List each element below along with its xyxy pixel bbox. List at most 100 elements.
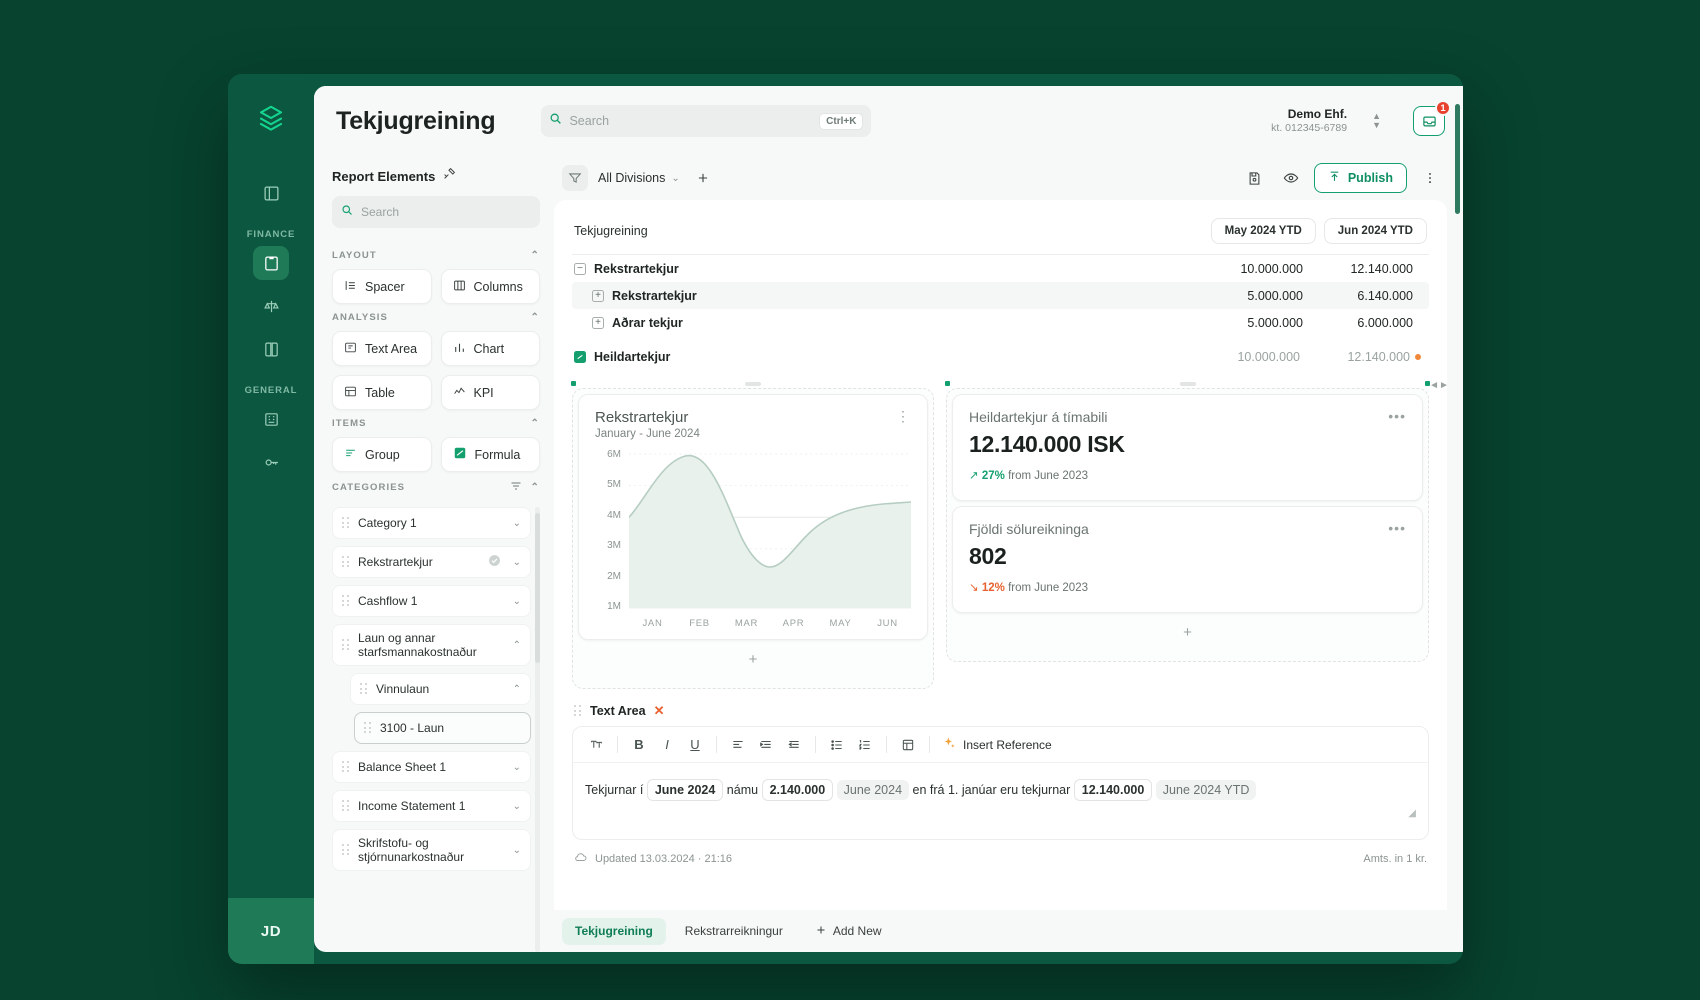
category-row[interactable]: Rekstrartekjur ⌄ — [332, 546, 531, 578]
drag-handle-icon[interactable] — [574, 705, 582, 717]
search-input[interactable] — [569, 114, 813, 128]
reference-period-chip[interactable]: June 2024 — [836, 780, 910, 800]
chevron-down-icon[interactable]: ⌄ — [513, 801, 521, 812]
element-tile-group[interactable]: Group — [332, 437, 432, 472]
period-button-current[interactable]: Jun 2024 YTD — [1323, 218, 1427, 244]
drag-handle-icon[interactable] — [745, 382, 761, 386]
element-tile-spacer[interactable]: Spacer — [332, 269, 432, 304]
sidebar-item-company[interactable] — [253, 402, 289, 436]
reference-chip[interactable]: June 2024 — [646, 779, 724, 801]
category-row[interactable]: Category 1 ⌄ — [332, 507, 531, 539]
expand-toggle-icon[interactable]: + — [592, 316, 604, 329]
chevron-down-icon[interactable]: ⌄ — [513, 845, 521, 856]
chevron-up-icon[interactable]: ⌃ — [531, 250, 540, 261]
elements-search-input[interactable] — [361, 205, 531, 219]
save-icon[interactable] — [1242, 165, 1268, 191]
element-tile-chart[interactable]: Chart — [440, 331, 540, 366]
resize-handle-icon[interactable] — [945, 381, 950, 386]
app-scrollbar[interactable] — [1455, 104, 1460, 214]
chevron-down-icon[interactable]: ⌄ — [513, 596, 521, 607]
insert-table-icon[interactable] — [895, 732, 921, 758]
category-row[interactable]: Income Statement 1 ⌄ — [332, 790, 531, 822]
element-tile-text-area[interactable]: Text Area — [332, 331, 432, 366]
chevron-down-icon[interactable]: ⌄ — [513, 762, 521, 773]
elements-search[interactable] — [332, 196, 540, 228]
categories-scrollbar-thumb[interactable] — [535, 513, 540, 663]
filter-icon[interactable] — [562, 165, 588, 191]
element-tile-columns[interactable]: Columns — [440, 269, 540, 304]
sidebar-item-balance[interactable] — [253, 289, 289, 323]
reference-period-chip[interactable]: June 2024 YTD — [1155, 780, 1257, 800]
add-widget-below-kpis[interactable]: + — [947, 618, 1428, 641]
collapse-toggle-icon[interactable]: − — [574, 262, 586, 275]
chevron-up-icon[interactable]: ⌃ — [513, 640, 521, 651]
resize-handle-icon[interactable] — [571, 381, 576, 386]
publish-button[interactable]: Publish — [1313, 163, 1407, 193]
resize-handle-icon[interactable]: ◢ — [1408, 803, 1416, 824]
more-vertical-icon[interactable] — [1417, 165, 1443, 191]
chevron-up-icon[interactable]: ⌃ — [531, 312, 540, 323]
section-header-items[interactable]: ITEMS ⌃ — [332, 418, 540, 429]
ellipsis-icon[interactable]: ••• — [1388, 521, 1406, 535]
chevron-updown-icon[interactable]: ▲ ▼ — [1372, 111, 1381, 131]
drag-handle-icon[interactable] — [342, 639, 350, 651]
add-division-button[interactable] — [690, 165, 716, 191]
italic-icon[interactable]: I — [654, 732, 680, 758]
user-avatar[interactable]: JD — [228, 898, 314, 964]
category-row[interactable]: Balance Sheet 1 ⌄ — [332, 751, 531, 783]
chevron-up-icon[interactable]: ⌃ — [513, 684, 521, 695]
table-row-total[interactable]: Heildartekjur 10.000.000 12.140.000 — [572, 343, 1429, 370]
table-row[interactable]: − Rekstrartekjur 10.000.000 12.140.000 — [572, 255, 1429, 282]
add-widget-below-chart[interactable]: + — [573, 645, 933, 668]
sidebar-item-dashboard[interactable] — [253, 176, 289, 210]
underline-icon[interactable]: U — [682, 732, 708, 758]
drag-handle-icon[interactable] — [360, 683, 368, 695]
category-row[interactable]: Vinnulaun ⌃ — [350, 673, 531, 705]
chevron-up-icon[interactable]: ⌃ — [531, 482, 540, 493]
font-size-icon[interactable] — [583, 732, 609, 758]
category-row[interactable]: Cashflow 1 ⌄ — [332, 585, 531, 617]
indent-increase-icon[interactable] — [753, 732, 779, 758]
category-row-account[interactable]: 3100 - Laun — [354, 712, 531, 744]
chevron-up-icon[interactable]: ⌃ — [531, 418, 540, 429]
table-row[interactable]: + Aðrar tekjur 5.000.000 6.000.000 — [572, 309, 1429, 336]
period-button-prev[interactable]: May 2024 YTD — [1210, 218, 1316, 244]
drag-handle-icon[interactable] — [342, 761, 350, 773]
category-row[interactable]: Skrifstofu- og stjórnunarkostnaður ⌄ — [332, 829, 531, 871]
sidebar-item-reports[interactable] — [253, 246, 289, 280]
panel-collapse-handle[interactable]: ◄► — [1429, 376, 1447, 394]
notifications-button[interactable]: 1 — [1413, 100, 1451, 136]
eye-icon[interactable] — [1278, 165, 1304, 191]
drag-handle-icon[interactable] — [342, 800, 350, 812]
resize-handle-icon[interactable] — [1425, 381, 1430, 386]
drag-handle-icon[interactable] — [364, 722, 372, 734]
drag-handle-icon[interactable] — [342, 595, 350, 607]
expand-toggle-icon[interactable]: + — [592, 289, 604, 302]
drag-handle-icon[interactable] — [342, 844, 350, 856]
org-switcher[interactable]: Demo Ehf. kt. 012345-6789 — [1271, 107, 1347, 135]
element-tile-table[interactable]: Table — [332, 375, 432, 410]
bold-icon[interactable]: B — [626, 732, 652, 758]
tools-icon[interactable] — [443, 167, 456, 185]
chevron-down-icon[interactable]: ⌄ — [513, 518, 521, 529]
divisions-selector[interactable]: All Divisions ⌄ — [598, 171, 680, 185]
bullet-list-icon[interactable] — [824, 732, 850, 758]
add-new-tab-button[interactable]: Add New — [802, 918, 895, 945]
chevron-down-icon[interactable]: ⌄ — [513, 557, 521, 568]
sidebar-item-ledger[interactable] — [253, 332, 289, 366]
drag-handle-icon[interactable] — [342, 517, 350, 529]
reference-chip[interactable]: 2.140.000 — [761, 779, 834, 801]
drag-handle-icon[interactable] — [342, 556, 350, 568]
section-header-analysis[interactable]: ANALYSIS ⌃ — [332, 312, 540, 323]
close-icon[interactable]: ✕ — [654, 703, 665, 719]
reference-chip[interactable]: 12.140.000 — [1073, 779, 1153, 801]
table-row[interactable]: + Rekstrartekjur 5.000.000 6.140.000 — [572, 282, 1429, 309]
element-tile-formula[interactable]: Formula — [440, 437, 540, 472]
drag-handle-icon[interactable] — [1179, 382, 1196, 386]
category-row[interactable]: Laun og annar starfsmannakostnaður ⌃ — [332, 624, 531, 666]
tab-rekstrarreikningur[interactable]: Rekstrarreikningur — [672, 918, 796, 945]
tab-tekjugreining[interactable]: Tekjugreining — [562, 917, 666, 945]
section-header-categories[interactable]: CATEGORIES ⌃ — [332, 480, 540, 495]
global-search[interactable]: Ctrl+K — [541, 105, 872, 137]
numbered-list-icon[interactable] — [852, 732, 878, 758]
